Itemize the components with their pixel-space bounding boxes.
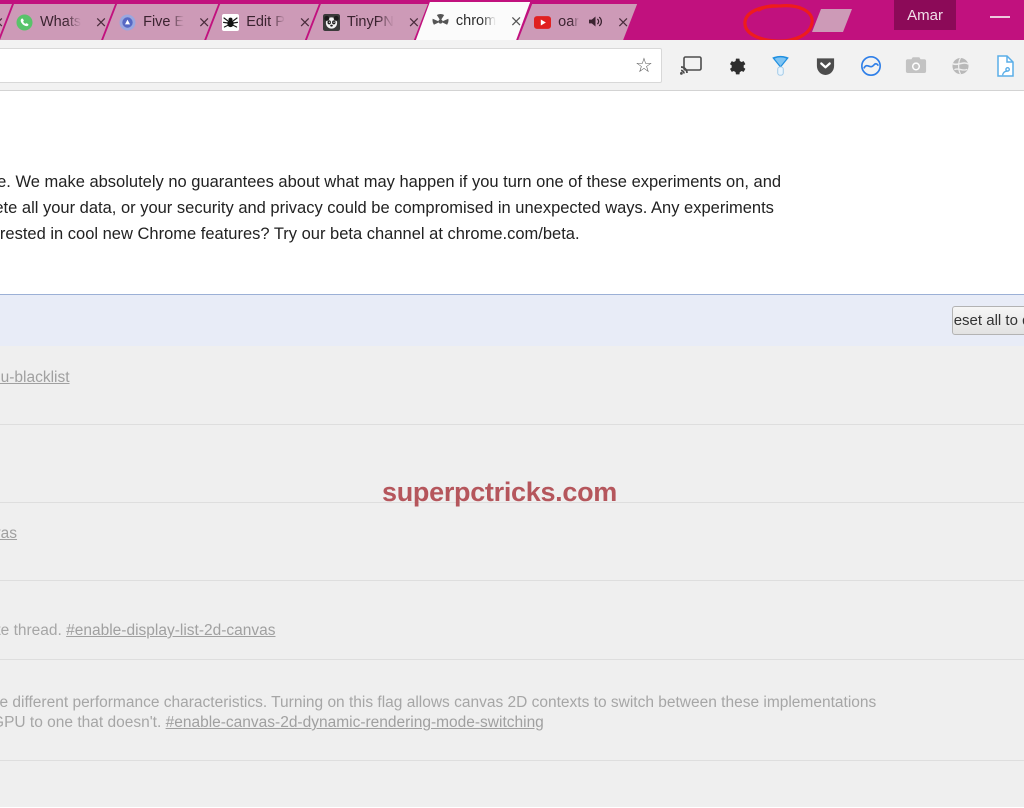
flag-description-line: zation to be performed on separate threa… xyxy=(0,621,1024,641)
tab-audio-speaker-icon[interactable] xyxy=(588,15,603,30)
tab-title: Five E xyxy=(143,14,185,30)
panda-favicon xyxy=(323,14,340,31)
spider-favicon xyxy=(222,14,239,31)
flag-row: Androidese different implementations hav… xyxy=(0,660,1024,761)
window-minimize-button[interactable] xyxy=(990,16,1010,18)
browser-toolbar: ☆ xyxy=(0,40,1024,91)
address-bar[interactable] xyxy=(0,48,662,83)
page-content: pear at any time. We make absolutely no … xyxy=(0,91,1024,807)
tab-title: oar xyxy=(558,14,580,30)
warning-line-1: pear at any time. We make absolutely no … xyxy=(0,173,782,191)
flag-row: system configurations. #ignore-gpu-black… xyxy=(0,346,1024,425)
camera-icon[interactable] xyxy=(893,40,938,91)
flag-description-line: Android xyxy=(0,673,1024,693)
youtube-favicon xyxy=(534,14,551,31)
globe-icon[interactable] xyxy=(938,40,983,91)
flags-list: system configurations. #ignore-gpu-black… xyxy=(0,346,1024,807)
flag-row: zation to be performed on separate threa… xyxy=(0,581,1024,660)
reset-all-button[interactable]: Reset all to default xyxy=(952,306,1024,335)
flag-description-text: an implementation that uses the GPU to o… xyxy=(0,714,162,731)
flag-description: Androidese different implementations hav… xyxy=(0,673,1024,733)
profile-name: Amar xyxy=(907,6,943,24)
star-glyph: ☆ xyxy=(635,54,653,77)
tab-strip: ×Whats×Five E×Edit P×TinyPN×chrom×oar× A… xyxy=(0,0,1024,40)
flag-description-line: an implementation that uses the GPU to o… xyxy=(0,713,1024,733)
tab-5[interactable]: chrom × xyxy=(416,2,530,40)
browser-window: ×Whats×Five E×Edit P×TinyPN×chrom×oar× A… xyxy=(0,0,1024,808)
flag-anchor-link[interactable]: #enable-canvas-2d-dynamic-rendering-mode… xyxy=(166,714,544,731)
flag-anchor-link[interactable]: #disable-accelerated-2d-canvas xyxy=(0,525,17,542)
flag-description-line: ese different implementations have diffe… xyxy=(0,693,1024,713)
flag-description: zation to be performed on separate threa… xyxy=(0,621,1024,641)
sync-circle-icon[interactable] xyxy=(848,40,893,91)
blue-y-icon[interactable] xyxy=(758,40,803,91)
fivee-favicon xyxy=(119,14,136,31)
radioactive-favicon xyxy=(432,13,449,30)
tab-close-button[interactable]: × xyxy=(615,14,631,30)
bookmark-star-icon[interactable]: ☆ xyxy=(628,50,660,81)
tab-title: chrom xyxy=(455,13,497,29)
warning-line-3: ith caution. Interested in cool new Chro… xyxy=(0,225,580,243)
flag-row: ing. #composited-layer-borders xyxy=(0,761,1024,807)
tab-title: Whats xyxy=(40,14,82,30)
pocket-icon[interactable] xyxy=(803,40,848,91)
tab-6[interactable]: oar × xyxy=(518,4,637,40)
warning-line-2: owser may delete all your data, or your … xyxy=(0,199,774,217)
extension-icons xyxy=(668,40,1024,91)
tab-close-button[interactable]: × xyxy=(406,14,422,30)
reset-bar: Reset all to default xyxy=(0,294,1024,346)
red-circle-annotation xyxy=(743,4,814,40)
flag-description-line: ing. #composited-layer-borders xyxy=(0,783,1024,803)
flag-description-text: ese different implementations have diffe… xyxy=(0,694,877,711)
tab-4[interactable]: TinyPN × xyxy=(307,4,428,40)
flag-description: ing. #composited-layer-borders xyxy=(0,783,1024,803)
tabs-row: ×Whats×Five E×Edit P×TinyPN×chrom×oar× xyxy=(0,0,625,40)
tab-title: TinyPN xyxy=(346,14,394,30)
tab-2[interactable]: Five E × xyxy=(103,4,218,40)
flag-anchor-link[interactable]: #enable-display-list-2d-canvas xyxy=(66,622,275,639)
flag-description-line: system configurations. #ignore-gpu-black… xyxy=(0,368,1024,388)
tab-title: Edit P xyxy=(246,14,285,30)
flag-anchor-link[interactable]: #ignore-gpu-blacklist xyxy=(0,369,70,386)
gear-icon[interactable] xyxy=(713,40,758,91)
tab-close-button[interactable]: × xyxy=(508,13,524,29)
flag-description: system configurations. #ignore-gpu-black… xyxy=(0,368,1024,388)
document-share-icon[interactable] xyxy=(983,40,1024,91)
tab-close-button[interactable]: × xyxy=(297,14,313,30)
flags-warning-text: pear at any time. We make absolutely no … xyxy=(0,169,1024,247)
tab-close-button[interactable]: × xyxy=(196,14,212,30)
flag-description: ing. #disable-accelerated-2d-canvas xyxy=(0,524,1024,544)
new-tab-button[interactable] xyxy=(812,9,852,32)
flag-row: ing. #disable-accelerated-2d-canvas xyxy=(0,503,1024,581)
tab-3[interactable]: Edit P × xyxy=(206,4,319,40)
whatsapp-favicon xyxy=(16,14,33,31)
profile-chip[interactable]: Amar xyxy=(894,0,956,30)
tab-close-button[interactable]: × xyxy=(93,14,109,30)
flag-description-text: zation to be performed on separate threa… xyxy=(0,622,62,639)
cast-icon[interactable] xyxy=(668,40,713,91)
flag-description-line: ing. #disable-accelerated-2d-canvas xyxy=(0,524,1024,544)
watermark: superpctricks.com xyxy=(382,477,617,507)
tab-1[interactable]: Whats × xyxy=(0,4,115,40)
